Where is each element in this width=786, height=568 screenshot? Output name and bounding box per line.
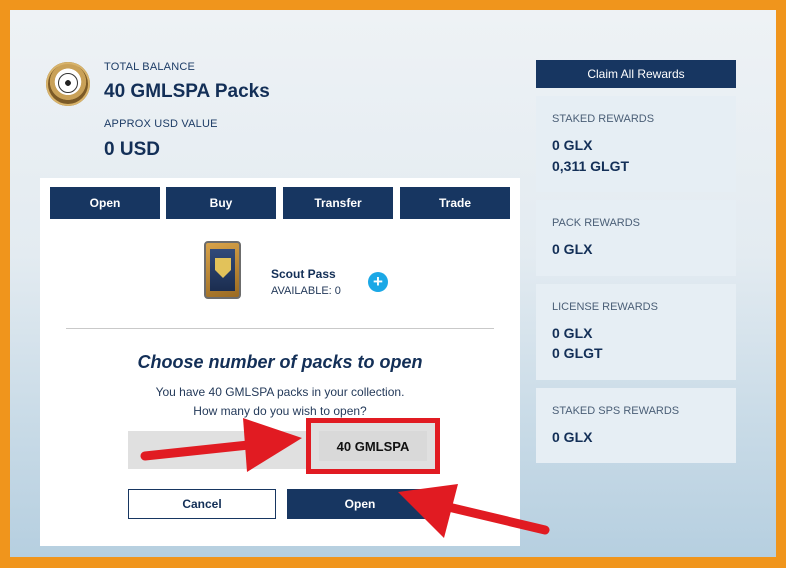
tab-transfer[interactable]: Transfer [283,187,393,219]
claim-all-rewards-button[interactable]: Claim All Rewards [536,60,736,88]
pack-rewards-title: PACK REWARDS [552,217,641,229]
soccer-ball-emblem-icon [46,62,90,106]
usd-value-label: APPROX USD VALUE [104,118,218,130]
add-pack-button[interactable]: + [368,272,388,292]
staked-rewards-card: STAKED REWARDS 0 GLX 0,311 GLGT [536,96,736,192]
staked-sps-rewards-card: STAKED SPS REWARDS 0 GLX [536,388,736,463]
license-rewards-glx: 0 GLX [552,325,593,341]
tab-buy[interactable]: Buy [166,187,276,219]
pack-name: Scout Pass [271,267,336,281]
staked-sps-rewards-glx: 0 GLX [552,429,593,445]
divider [66,328,494,329]
pack-rewards-card: PACK REWARDS 0 GLX [536,200,736,276]
dialog-info-line2: How many do you wish to open? [193,404,367,418]
license-rewards-card: LICENSE REWARDS 0 GLX 0 GLGT [536,284,736,380]
pack-available: AVAILABLE: 0 [271,285,341,297]
dialog-heading: Choose number of packs to open [137,352,423,372]
pack-rewards-glx: 0 GLX [552,241,593,257]
dialog-info-line1: You have 40 GMLSPA packs in your collect… [155,385,405,399]
staked-rewards-glgt: 0,311 GLGT [552,158,630,174]
cancel-button[interactable]: Cancel [128,489,276,519]
pack-image [204,241,241,299]
open-button[interactable]: Open [287,489,433,519]
staked-rewards-title: STAKED REWARDS [552,113,655,125]
tab-trade[interactable]: Trade [400,187,510,219]
total-balance-value: 40 GMLSPA Packs [104,81,270,102]
license-rewards-glgt: 0 GLGT [552,345,603,361]
plus-icon: + [373,272,383,291]
tab-open[interactable]: Open [50,187,160,219]
usd-value: 0 USD [104,139,160,160]
staked-rewards-glx: 0 GLX [552,137,593,153]
total-balance-label: TOTAL BALANCE [104,61,196,73]
staked-sps-rewards-title: STAKED SPS REWARDS [552,405,680,417]
amount-highlight-box: 40 GMLSPA [306,418,440,474]
pack-panel: Open Buy Transfer Trade Scout Pass AVAIL… [40,178,520,546]
app-frame: TOTAL BALANCE 40 GMLSPA Packs APPROX USD… [10,10,776,557]
pack-amount-input[interactable]: 40 GMLSPA [319,431,427,461]
license-rewards-title: LICENSE REWARDS [552,301,658,313]
